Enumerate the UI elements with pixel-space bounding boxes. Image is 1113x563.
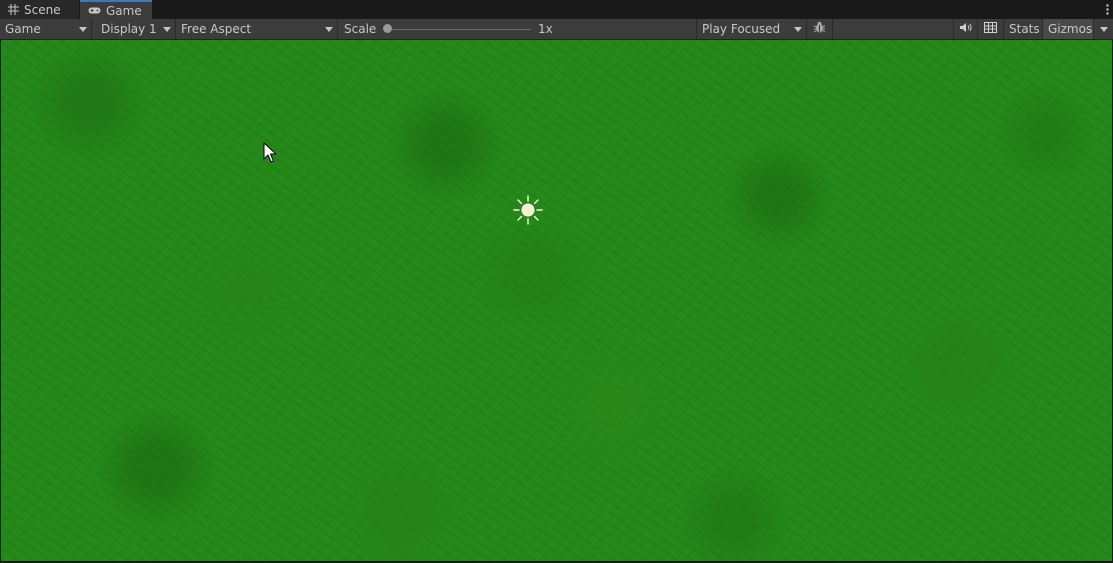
mute-audio-button[interactable] [953,19,978,39]
stats-button[interactable]: Stats [1004,19,1043,39]
gizmos-button[interactable]: Gizmos [1043,19,1094,39]
aspect-label: Free Aspect [181,22,252,36]
view-mode-label: Game [5,22,41,36]
tab-game[interactable]: Game [80,0,152,19]
scale-label: Scale [344,22,377,36]
tab-scene[interactable]: Scene [0,0,79,19]
stats-label: Stats [1009,22,1040,36]
bug-icon [813,21,826,37]
aspect-dropdown[interactable]: Free Aspect [176,19,338,39]
grid-icon [8,4,19,15]
gizmos-dropdown[interactable] [1094,19,1113,39]
scale-slider-thumb[interactable] [383,24,392,33]
tab-label: Game [106,3,142,18]
play-mode-dropdown[interactable]: Play Focused [697,19,807,39]
mouse-cursor-icon [263,142,277,166]
directional-light-gizmo-icon[interactable] [512,194,544,229]
editor-tab-strip: Scene Game [0,0,1113,20]
chevron-down-icon [794,27,802,32]
speaker-icon [959,22,972,36]
game-view-toolbar: Game Display 1 Free Aspect Scale 1x Play… [0,19,1113,40]
scale-control: Scale 1x [339,19,697,39]
gizmos-label: Gizmos [1048,22,1093,36]
display-label: Display 1 [101,22,157,36]
display-dropdown[interactable]: Display 1 [96,19,176,39]
more-options-icon[interactable] [1106,0,1109,19]
chevron-down-icon [1100,27,1108,32]
chevron-down-icon [79,27,87,32]
play-mode-label: Play Focused [702,22,781,36]
grid-toggle-button[interactable] [978,19,1004,39]
chevron-down-icon [325,27,333,32]
frame-debugger-button[interactable] [807,19,833,39]
grid-toggle-icon [984,22,997,36]
chevron-down-icon [163,27,171,32]
game-viewport[interactable] [1,40,1112,561]
tab-label: Scene [24,2,61,17]
view-mode-dropdown[interactable]: Game [0,19,92,39]
gamepad-icon [88,6,101,15]
scale-slider-track[interactable] [387,29,531,30]
scale-value: 1x [538,22,553,36]
